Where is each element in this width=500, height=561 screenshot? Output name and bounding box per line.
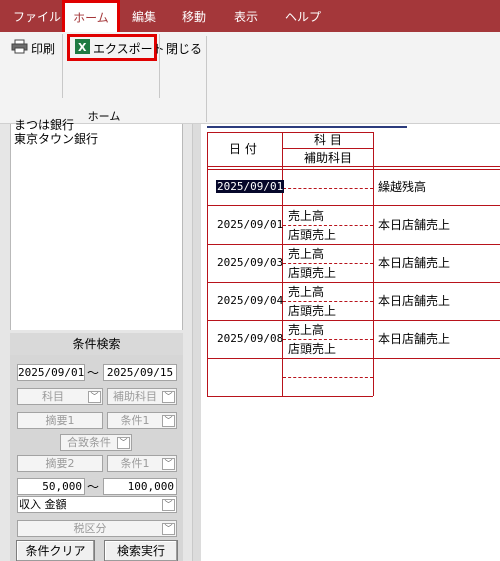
ribbon-separator: [159, 34, 160, 98]
match-condition-select[interactable]: 合致条件 ﹀: [60, 434, 132, 451]
menu-view[interactable]: 表示: [234, 0, 258, 32]
condition-search-panel: 条件検索 2025/09/01 〜 2025/09/15 科目 ﹀ 補助科目 ﹀…: [10, 333, 183, 561]
row-summary[interactable]: 本日店舗売上: [378, 256, 450, 270]
row-summary[interactable]: 本日店舗売上: [378, 332, 450, 346]
close-button[interactable]: 閉じる: [166, 36, 202, 60]
row-subsidiary[interactable]: 店頭売上: [288, 304, 336, 318]
chevron-down-icon: ﹀: [162, 458, 175, 470]
column-header-subject: 科 目: [314, 133, 342, 147]
table-row[interactable]: 2025/09/01: [216, 180, 285, 194]
ribbon-group-separator: [206, 36, 207, 122]
chevron-down-icon: ﹀: [162, 391, 175, 403]
ribbon-separator: [62, 34, 63, 98]
chevron-down-icon: ﹀: [88, 391, 101, 403]
run-search-button[interactable]: 検索実行: [104, 540, 178, 561]
row-date-selected[interactable]: 2025/09/01: [216, 180, 285, 193]
ledger-table: 日 付 科 目 補助科目 2025/09/01 繰越残高 2025/09/01 …: [207, 132, 500, 397]
menu-edit[interactable]: 編集: [132, 0, 156, 32]
menu-bar: ファイル ホーム 編集 移動 表示 ヘルプ: [0, 0, 500, 32]
row-subject[interactable]: 売上高: [288, 247, 324, 261]
date-to-field[interactable]: 2025/09/15: [103, 364, 177, 381]
row-summary[interactable]: 繰越残高: [378, 180, 426, 194]
condition2-select[interactable]: 条件1 ﹀: [107, 455, 177, 472]
subsidiary-placeholder: 補助科目: [113, 390, 157, 403]
amount-range-separator: 〜: [87, 480, 100, 494]
amount-from-field[interactable]: 50,000: [17, 478, 85, 495]
excel-icon-letter: X: [78, 41, 87, 54]
column-header-date: 日 付: [229, 142, 257, 156]
excel-icon: X: [75, 39, 90, 57]
bank-list-item[interactable]: 東京タウン銀行: [14, 132, 98, 146]
row-subsidiary[interactable]: 店頭売上: [288, 342, 336, 356]
row-date[interactable]: 2025/09/03: [217, 256, 283, 270]
print-label: 印刷: [31, 41, 56, 56]
row-subsidiary[interactable]: 店頭売上: [288, 266, 336, 280]
chevron-down-icon: ﹀: [117, 437, 130, 449]
chevron-down-icon: ﹀: [162, 523, 175, 535]
condition1-select[interactable]: 条件1 ﹀: [107, 412, 177, 429]
clear-conditions-button[interactable]: 条件クリア: [16, 540, 95, 561]
ribbon-group-label: ホーム: [87, 110, 121, 123]
tax-category-placeholder: 税区分: [73, 522, 107, 535]
amount-to-field[interactable]: 100,000: [103, 478, 177, 495]
condition2-placeholder: 条件1: [120, 457, 150, 470]
export-label: エクスポート: [93, 41, 165, 56]
close-label: 閉じる: [166, 41, 203, 56]
date-from-field[interactable]: 2025/09/01: [17, 364, 85, 381]
menu-move[interactable]: 移動: [182, 0, 206, 32]
print-button[interactable]: 印刷: [11, 36, 55, 60]
summary2-field[interactable]: 摘要2: [17, 455, 103, 472]
menu-home[interactable]: ホーム: [62, 0, 120, 32]
column-header-subsidiary: 補助科目: [304, 151, 353, 165]
row-date[interactable]: 2025/09/04: [217, 294, 283, 308]
tax-category-select[interactable]: 税区分 ﹀: [17, 520, 177, 537]
row-date[interactable]: 2025/09/01: [217, 218, 283, 232]
subsidiary-select[interactable]: 補助科目 ﹀: [107, 388, 177, 405]
date-range-separator: 〜: [87, 366, 100, 380]
amount-type-value: 収入 金額: [19, 498, 67, 511]
row-summary[interactable]: 本日店舗売上: [378, 218, 450, 232]
match-condition-placeholder: 合致条件: [67, 436, 111, 449]
chevron-down-icon: ﹀: [162, 415, 175, 427]
amount-type-select[interactable]: 収入 金額 ﹀: [17, 496, 177, 513]
vertical-scrollbar[interactable]: [192, 124, 201, 561]
row-subject[interactable]: 売上高: [288, 209, 324, 223]
row-subject[interactable]: 売上高: [288, 323, 324, 337]
menu-file[interactable]: ファイル: [13, 0, 61, 32]
condition1-placeholder: 条件1: [120, 414, 150, 427]
menu-help[interactable]: ヘルプ: [285, 0, 321, 32]
row-date[interactable]: 2025/09/08: [217, 332, 283, 346]
export-button[interactable]: X エクスポート: [75, 36, 165, 60]
subject-placeholder: 科目: [42, 390, 64, 403]
row-subject[interactable]: 売上高: [288, 285, 324, 299]
left-pane: まつは銀行 東京タウン銀行 条件検索 2025/09/01 〜 2025/09/…: [0, 118, 201, 561]
record-tab-underline: [207, 126, 407, 128]
bank-list-item[interactable]: まつは銀行: [14, 118, 74, 132]
bank-list[interactable]: まつは銀行 東京タウン銀行: [10, 118, 183, 330]
row-subsidiary[interactable]: 店頭売上: [288, 228, 336, 242]
search-panel-title: 条件検索: [10, 333, 183, 355]
subject-select[interactable]: 科目 ﹀: [17, 388, 103, 405]
printer-icon: [11, 39, 28, 57]
row-summary[interactable]: 本日店舗売上: [378, 294, 450, 308]
ribbon: 印刷 X エクスポート 閉じる ホーム: [0, 32, 500, 124]
chevron-down-icon: ﹀: [162, 499, 175, 511]
summary1-field[interactable]: 摘要1: [17, 412, 103, 429]
